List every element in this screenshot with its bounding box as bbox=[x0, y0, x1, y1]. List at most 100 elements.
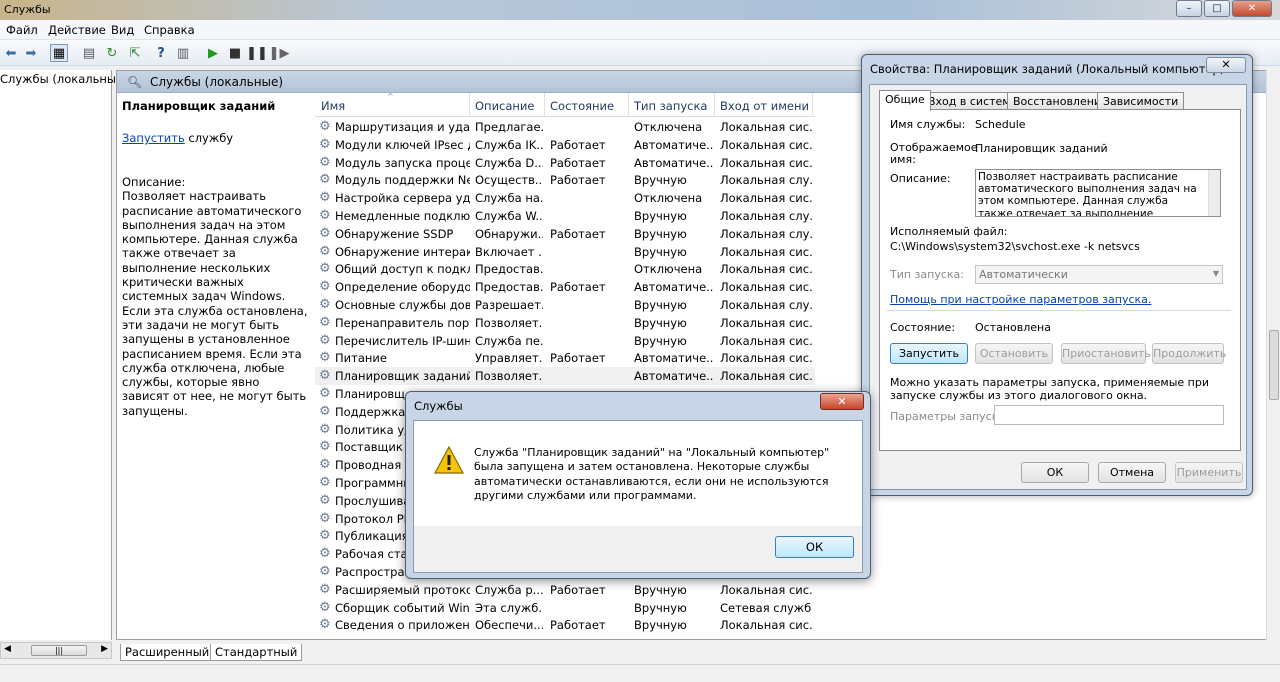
cell-description: Служба пе... bbox=[475, 333, 543, 348]
warning-icon bbox=[434, 446, 464, 474]
table-row[interactable]: ⚙ Настройка сервера уда... Служба на... Отк… bbox=[315, 189, 815, 207]
table-row[interactable]: ⚙ Маршрутизация и удал... Предлагае... Откл… bbox=[315, 118, 815, 136]
cell-startup-type: Вручную bbox=[634, 333, 687, 348]
exe-label: Исполняемый файл: bbox=[890, 225, 1008, 238]
column-name[interactable]: Имя bbox=[321, 99, 345, 113]
cell-logon-as: Локальная сис... bbox=[720, 333, 812, 348]
table-row[interactable]: ⚙ Планировщик заданий Позволяет... Автомати… bbox=[315, 367, 815, 386]
table-row[interactable]: ⚙ Обнаружение интеракт... Включает ... Вруч… bbox=[315, 243, 815, 261]
table-row[interactable]: ⚙ Общий доступ к подкл... Предостав... Откл… bbox=[315, 260, 815, 278]
scroll-thumb[interactable]: ||| bbox=[31, 645, 87, 656]
cell-description: Предлагае... bbox=[475, 120, 543, 134]
refresh-icon[interactable]: ↻ bbox=[103, 44, 121, 62]
description-textarea[interactable]: Позволяет настраивать расписание автомат… bbox=[975, 169, 1221, 217]
message-text: Служба "Планировщик заданий" на "Локальн… bbox=[474, 446, 830, 502]
table-row[interactable]: ⚙ Расширяемый протоко... Служба р... Работа… bbox=[315, 581, 815, 599]
startup-type-select[interactable]: Автоматически bbox=[975, 265, 1223, 284]
start-service-suffix: службу bbox=[184, 131, 234, 145]
pause-icon[interactable]: ❚❚ bbox=[246, 44, 268, 62]
pause-button[interactable]: Приостановить bbox=[1061, 343, 1151, 364]
table-row[interactable]: ⚙ Перенаправитель порт... Позволяет... Вруч… bbox=[315, 314, 815, 332]
cell-description: Служба IK... bbox=[475, 137, 543, 152]
message-dialog: Службы ✕ Служба "Планировщик заданий" на… bbox=[405, 391, 871, 579]
column-startup-type[interactable]: Тип запуска bbox=[634, 99, 707, 113]
cell-name: Модуль поддержки Net... bbox=[335, 173, 470, 188]
stop-button[interactable]: Остановить bbox=[975, 343, 1053, 364]
tab-extended[interactable]: Расширенный bbox=[120, 644, 215, 661]
table-row[interactable]: ⚙ Сборщик событий Win... Эта служб... Вручн… bbox=[315, 599, 815, 617]
service-gear-icon: ⚙ bbox=[319, 476, 331, 490]
ok-button[interactable]: ОК bbox=[775, 536, 854, 558]
maximize-button[interactable]: □ bbox=[1204, 0, 1230, 17]
table-row[interactable]: ⚙ Питание Управляет... Работает Автоматиче..… bbox=[315, 349, 815, 367]
console-tree-icon[interactable]: ▦ bbox=[50, 44, 68, 62]
tree-item-services-local[interactable]: Службы (локальные) bbox=[0, 72, 128, 86]
service-gear-icon: ⚙ bbox=[319, 547, 331, 562]
startup-help-link[interactable]: Помощь при настройке параметров запуска. bbox=[890, 293, 1151, 306]
table-row[interactable]: ⚙ Модули ключей IPsec д... Служба IK... Раб… bbox=[315, 136, 815, 154]
view-icon[interactable]: ▥ bbox=[174, 44, 192, 62]
tab-standard[interactable]: Стандартный bbox=[210, 644, 303, 661]
cancel-button[interactable]: Отмена bbox=[1098, 462, 1166, 483]
cell-logon-as: Локальная сис... bbox=[720, 351, 812, 366]
play-icon[interactable]: ▶ bbox=[204, 44, 222, 62]
close-button[interactable]: ✕ bbox=[1232, 0, 1272, 17]
start-service-link[interactable]: Запустить bbox=[122, 131, 185, 145]
service-gear-icon: ⚙ bbox=[319, 351, 331, 366]
tab-dependencies[interactable]: Зависимости bbox=[1097, 92, 1185, 110]
back-arrow-icon[interactable]: ⬅ bbox=[2, 44, 20, 62]
textarea-scrollbar[interactable] bbox=[1208, 170, 1220, 216]
cell-name: Перечислитель IP-шин... bbox=[335, 333, 470, 348]
column-logon-as[interactable]: Вход от имени bbox=[720, 99, 809, 113]
table-row[interactable]: ⚙ Основные службы дов... Разрешает... Вручн… bbox=[315, 296, 815, 314]
message-footer: ОК bbox=[413, 526, 863, 573]
close-icon[interactable]: ✕ bbox=[1206, 57, 1246, 73]
cell-startup-type: Вручную bbox=[634, 209, 687, 223]
menu-help[interactable]: Справка bbox=[144, 23, 195, 37]
apply-button[interactable]: Применить bbox=[1175, 462, 1243, 483]
tab-general[interactable]: Общие bbox=[879, 90, 931, 111]
table-row[interactable]: ⚙ Модуль запуска процес... Служба D... Рабо… bbox=[315, 154, 815, 172]
close-icon[interactable]: ✕ bbox=[820, 393, 864, 410]
menu-view[interactable]: Вид bbox=[111, 23, 134, 37]
resume-button[interactable]: Продолжить bbox=[1152, 343, 1226, 364]
startup-type-label: Тип запуска: bbox=[890, 268, 964, 281]
table-row[interactable]: ⚙ Модуль поддержки Net... Осуществ... Работ… bbox=[315, 171, 815, 189]
column-description[interactable]: Описание bbox=[475, 99, 534, 113]
tree-horizontal-scrollbar[interactable]: ◀ ||| ▶ bbox=[0, 642, 112, 659]
column-state[interactable]: Состояние bbox=[550, 99, 614, 113]
state-value: Остановлена bbox=[975, 321, 1051, 334]
menu-action[interactable]: Действие bbox=[48, 23, 106, 37]
table-row[interactable]: ⚙ Немедленные подключ... Служба W... Вручну… bbox=[315, 207, 815, 225]
minimize-button[interactable]: – bbox=[1176, 0, 1202, 17]
table-row[interactable]: ⚙ Обнаружение SSDP Обнаружи... Работает Вруч… bbox=[315, 225, 815, 243]
vertical-scrollbar[interactable] bbox=[1266, 70, 1280, 640]
cell-name: Маршрутизация и удал... bbox=[335, 120, 470, 134]
cell-logon-as: Локальная сис... bbox=[720, 244, 812, 259]
cell-state: Работает bbox=[550, 618, 606, 633]
view-tabs: Расширенный Стандартный bbox=[116, 642, 416, 662]
cell-startup-type: Вручную bbox=[634, 582, 687, 597]
menu-file[interactable]: Файл bbox=[6, 23, 38, 37]
properties-icon[interactable]: ▤ bbox=[80, 44, 98, 62]
cell-state: Работает bbox=[550, 280, 606, 295]
table-row[interactable]: ⚙ Сведения о приложении Обеспечи... Работае… bbox=[315, 616, 815, 634]
start-params-input[interactable] bbox=[994, 405, 1224, 425]
display-name-value: Планировщик заданий bbox=[975, 142, 1108, 155]
start-button[interactable]: Запустить bbox=[890, 343, 968, 364]
cell-description: Обеспечи... bbox=[475, 618, 543, 633]
cell-description: Служба W... bbox=[475, 209, 543, 223]
table-row[interactable]: ⚙ Определение оборудов... Предостав... Рабо… bbox=[315, 278, 815, 296]
table-row[interactable]: ⚙ Перечислитель IP-шин... Служба пе... Вруч… bbox=[315, 332, 815, 350]
help-icon[interactable]: ? bbox=[152, 44, 170, 62]
ok-button[interactable]: ОК bbox=[1021, 462, 1089, 483]
export-icon[interactable]: ⇱ bbox=[126, 44, 144, 62]
cell-description: Служба на... bbox=[475, 191, 543, 206]
cell-logon-as: Локальная слу... bbox=[720, 226, 812, 241]
restart-icon[interactable]: ❚▶ bbox=[269, 44, 290, 62]
cell-startup-type: Вручную bbox=[634, 226, 687, 241]
service-gear-icon: ⚙ bbox=[319, 565, 331, 579]
forward-arrow-icon[interactable]: ➡ bbox=[22, 44, 40, 62]
scroll-thumb[interactable] bbox=[1269, 330, 1279, 400]
stop-icon[interactable]: ■ bbox=[226, 44, 244, 62]
